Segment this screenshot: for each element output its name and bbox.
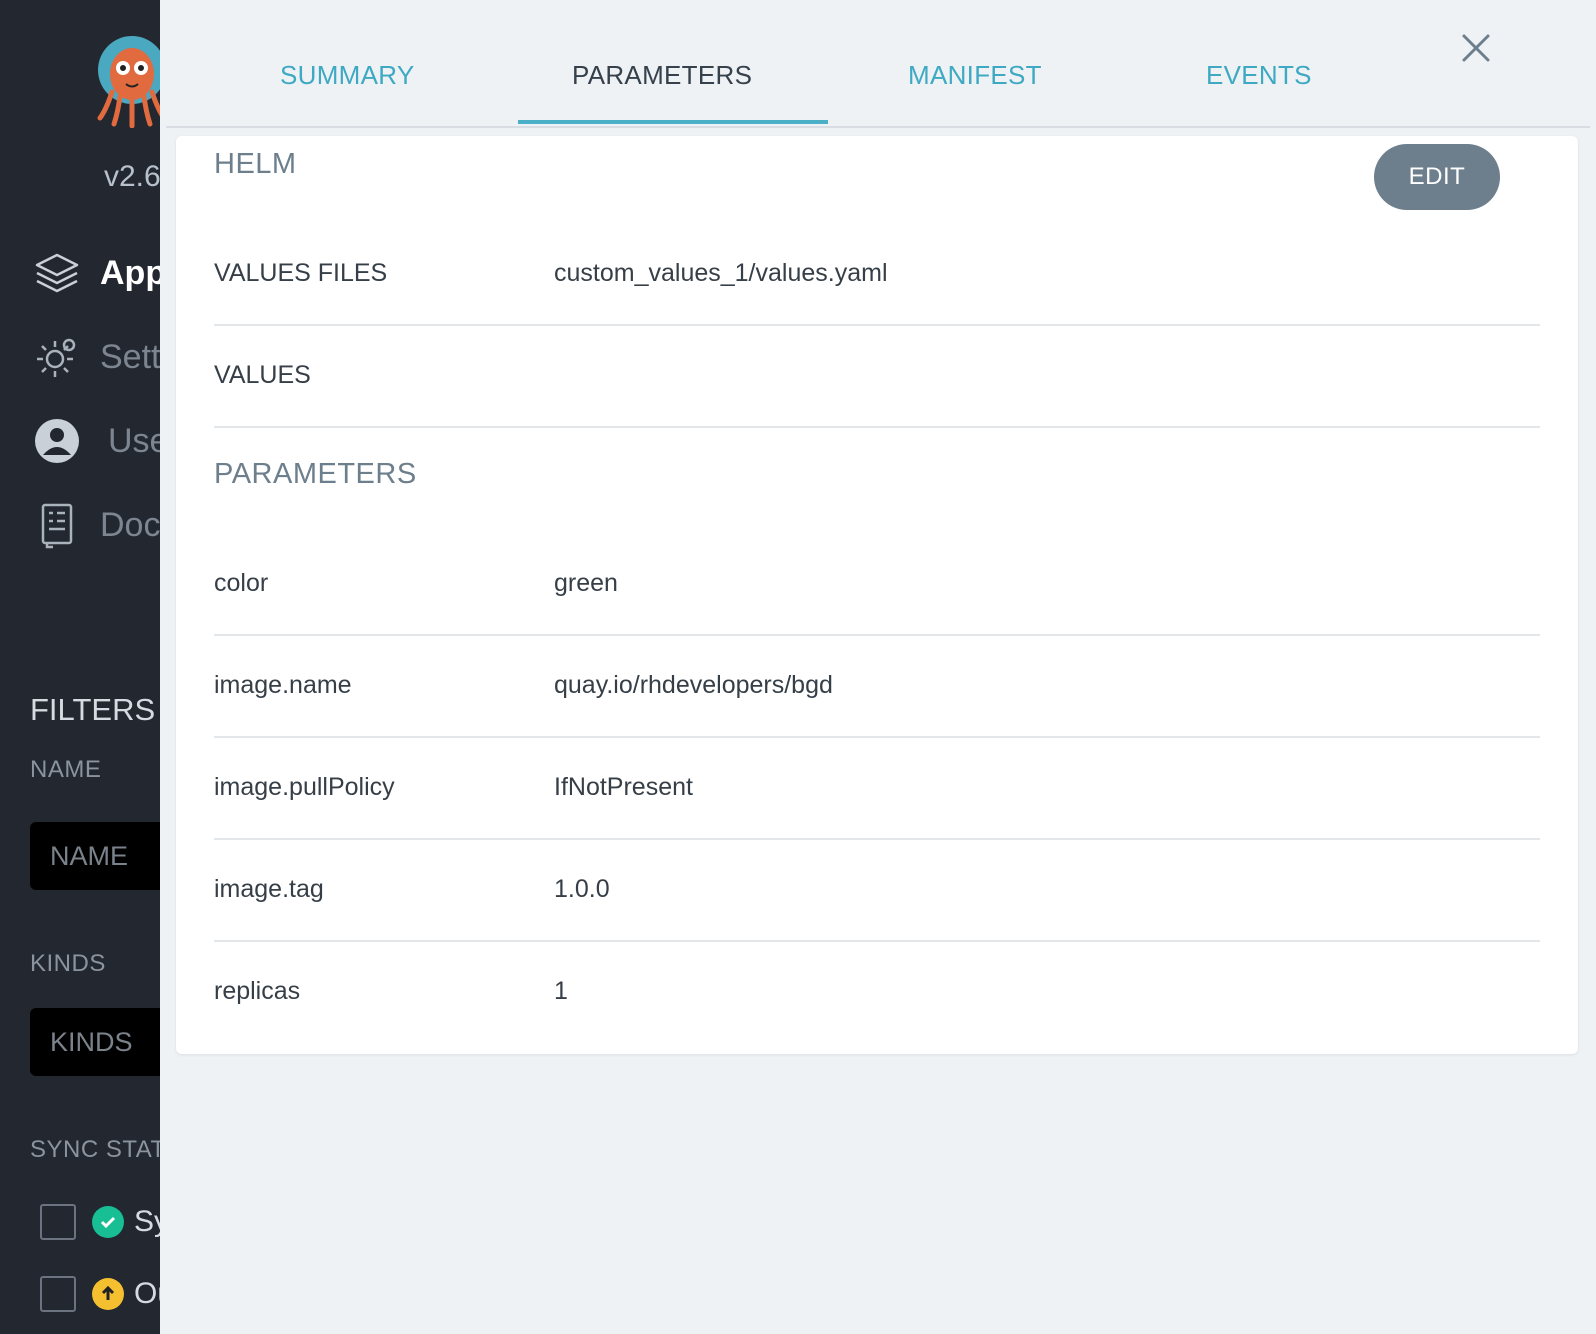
name-filter-input[interactable] [30, 822, 160, 890]
tab-summary[interactable]: SUMMARY [280, 60, 415, 91]
param-key: color [214, 569, 269, 597]
nav-documentation[interactable]: Documentation [32, 500, 160, 550]
nav-user-info[interactable]: User Info [32, 416, 160, 466]
name-filter-label: NAME [30, 756, 102, 783]
helm-section-title: HELM [214, 148, 297, 180]
kinds-filter-label: KINDS [30, 950, 106, 977]
param-value: 1.0.0 [554, 875, 610, 903]
outofsync-checkbox[interactable] [40, 1276, 76, 1312]
tab-events[interactable]: EVENTS [1206, 60, 1312, 91]
book-icon [32, 500, 82, 550]
app-details-panel: SUMMARY PARAMETERS MANIFEST EVENTS HELM … [160, 0, 1596, 1334]
sync-filter-synced[interactable]: Synced [40, 1204, 160, 1240]
values-files-value: custom_values_1/values.yaml [554, 259, 888, 287]
param-key: image.pullPolicy [214, 773, 395, 801]
outofsync-label: OutOfSync [134, 1277, 160, 1310]
argo-octopus-logo [97, 36, 160, 128]
user-icon [32, 416, 82, 466]
table-row: image.name quay.io/rhdevelopers/bgd [214, 634, 1540, 738]
nav-settings-label: Settings [100, 337, 160, 376]
param-key: image.tag [214, 875, 324, 903]
synced-label: Synced [134, 1205, 160, 1238]
gear-icon [32, 332, 82, 382]
edit-button[interactable]: EDIT [1374, 144, 1500, 210]
nav-settings[interactable]: Settings [32, 332, 160, 382]
layers-icon [32, 248, 82, 298]
parameters-section-title: PARAMETERS [214, 458, 417, 490]
parameters-card: HELM EDIT VALUES FILES custom_values_1/v… [176, 136, 1578, 1054]
values-label: VALUES [214, 361, 311, 389]
tab-parameters[interactable]: PARAMETERS [572, 60, 752, 91]
table-row: image.tag 1.0.0 [214, 838, 1540, 942]
tab-bar: SUMMARY PARAMETERS MANIFEST EVENTS [166, 0, 1590, 128]
values-row: VALUES [214, 324, 1540, 428]
synced-checkbox[interactable] [40, 1204, 76, 1240]
active-tab-indicator [518, 120, 828, 124]
nav-user-info-label: User Info [108, 421, 160, 460]
nav-applications-label: Applications [100, 253, 160, 292]
tab-manifest[interactable]: MANIFEST [908, 60, 1042, 91]
param-key: replicas [214, 977, 301, 1005]
check-circle-icon [92, 1206, 124, 1238]
arrow-up-circle-icon [92, 1278, 124, 1310]
table-row: color green [214, 532, 1540, 636]
version-label: v2.6 [104, 160, 160, 193]
sync-status-label: SYNC STATUS [30, 1136, 160, 1163]
values-files-row: VALUES FILES custom_values_1/values.yaml [214, 222, 1540, 326]
param-value: 1 [554, 977, 568, 1005]
values-files-label: VALUES FILES [214, 259, 388, 287]
param-key: image.name [214, 671, 352, 699]
sidebar: v2.6 Applications Settings [0, 0, 160, 1334]
kinds-filter-input[interactable] [30, 1008, 160, 1076]
nav-applications[interactable]: Applications [32, 248, 160, 298]
param-value: IfNotPresent [554, 773, 693, 801]
table-row: image.pullPolicy IfNotPresent [214, 736, 1540, 840]
sync-filter-outofsync[interactable]: OutOfSync [40, 1276, 160, 1312]
filters-title: FILTERS [30, 692, 156, 727]
table-row: replicas 1 [214, 940, 1540, 1042]
param-value: quay.io/rhdevelopers/bgd [554, 671, 833, 699]
param-value: green [554, 569, 618, 597]
nav-documentation-label: Documentation [100, 505, 160, 544]
